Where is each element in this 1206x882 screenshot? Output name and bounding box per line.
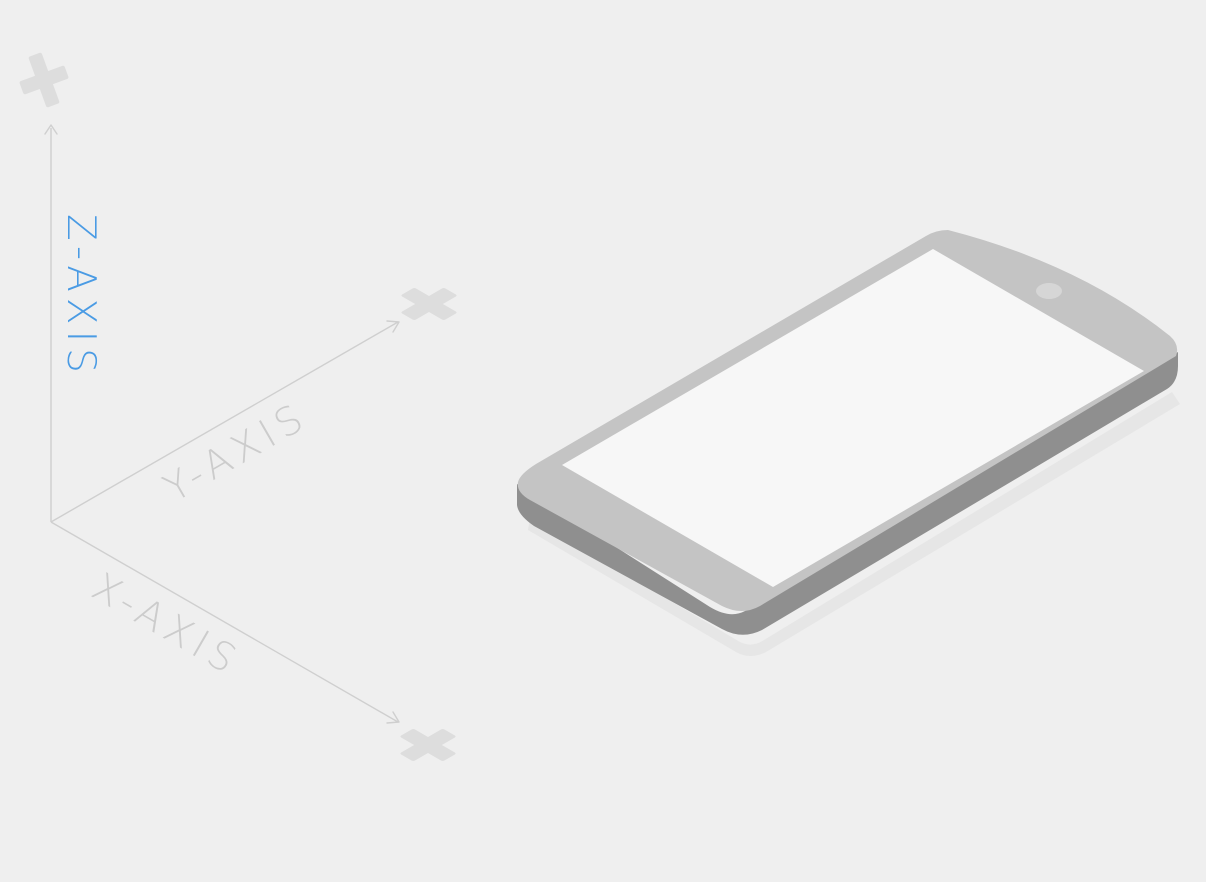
x-axis-plus-icon [400, 729, 456, 761]
x-axis-label: X-AXIS [84, 565, 248, 686]
z-axis-label: Z-AXIS [58, 214, 103, 379]
x-axis-line [50, 521, 399, 723]
z-axis-plus-icon [19, 52, 69, 108]
diagram-canvas: Z-AXIS Y-AXIS X-AXIS [19, 52, 1180, 761]
axes-diagram: Z-AXIS Y-AXIS X-AXIS [0, 0, 1206, 882]
phone-icon [517, 230, 1180, 656]
y-axis-label: Y-AXIS [157, 394, 316, 512]
phone-camera [1036, 283, 1062, 299]
